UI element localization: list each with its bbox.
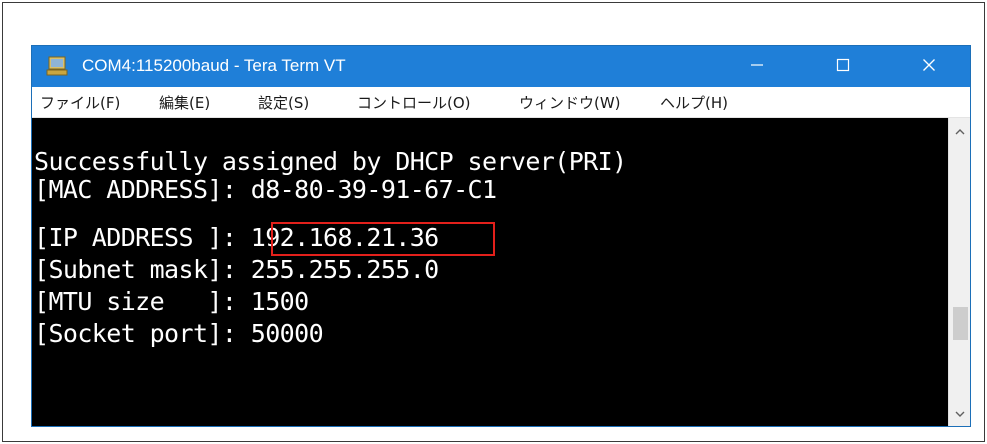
terminal-output[interactable]: Successfully assigned by DHCP server(PRI… — [32, 118, 948, 426]
tera-term-icon[interactable] — [46, 56, 68, 76]
ip-address-highlight — [271, 222, 495, 256]
menu-help[interactable]: ヘルプ(H) — [660, 93, 728, 113]
scroll-up-arrow-icon[interactable] — [953, 124, 967, 138]
window-title: COM4:115200baud - Tera Term VT — [82, 56, 346, 75]
vertical-scrollbar[interactable] — [948, 118, 970, 426]
minimize-icon — [750, 57, 764, 76]
menu-settings[interactable]: 設定(S) — [258, 93, 309, 113]
title-bar[interactable]: COM4:115200baud - Tera Term VT — [32, 46, 970, 87]
terminal-line-socket: [Socket port]: 50000 — [34, 319, 324, 348]
close-button[interactable] — [900, 46, 958, 87]
screenshot-frame: COM4:115200baud - Tera Term VT ファイル(F) 編… — [2, 2, 985, 442]
tera-term-window: COM4:115200baud - Tera Term VT ファイル(F) 編… — [31, 45, 971, 427]
menu-bar: ファイル(F) 編集(E) 設定(S) コントロール(O) ウィンドウ(W) ヘ… — [32, 87, 970, 118]
menu-edit[interactable]: 編集(E) — [159, 93, 210, 113]
terminal-line-mtu: [MTU size ]: 1500 — [34, 287, 309, 316]
scroll-thumb[interactable] — [953, 307, 968, 340]
terminal-line-mac: [MAC ADDRESS]: d8-80-39-91-67-C1 — [34, 175, 497, 204]
minimize-button[interactable] — [728, 46, 786, 87]
menu-control[interactable]: コントロール(O) — [357, 93, 471, 113]
scroll-down-arrow-icon[interactable] — [953, 406, 967, 420]
menu-file[interactable]: ファイル(F) — [40, 93, 120, 113]
menu-window[interactable]: ウィンドウ(W) — [519, 93, 621, 113]
maximize-button[interactable] — [814, 46, 872, 87]
terminal-line-subnet: [Subnet mask]: 255.255.255.0 — [34, 255, 439, 284]
maximize-icon — [836, 57, 850, 76]
close-icon — [922, 57, 936, 76]
terminal-line-dhcp: Successfully assigned by DHCP server(PRI… — [34, 147, 627, 176]
